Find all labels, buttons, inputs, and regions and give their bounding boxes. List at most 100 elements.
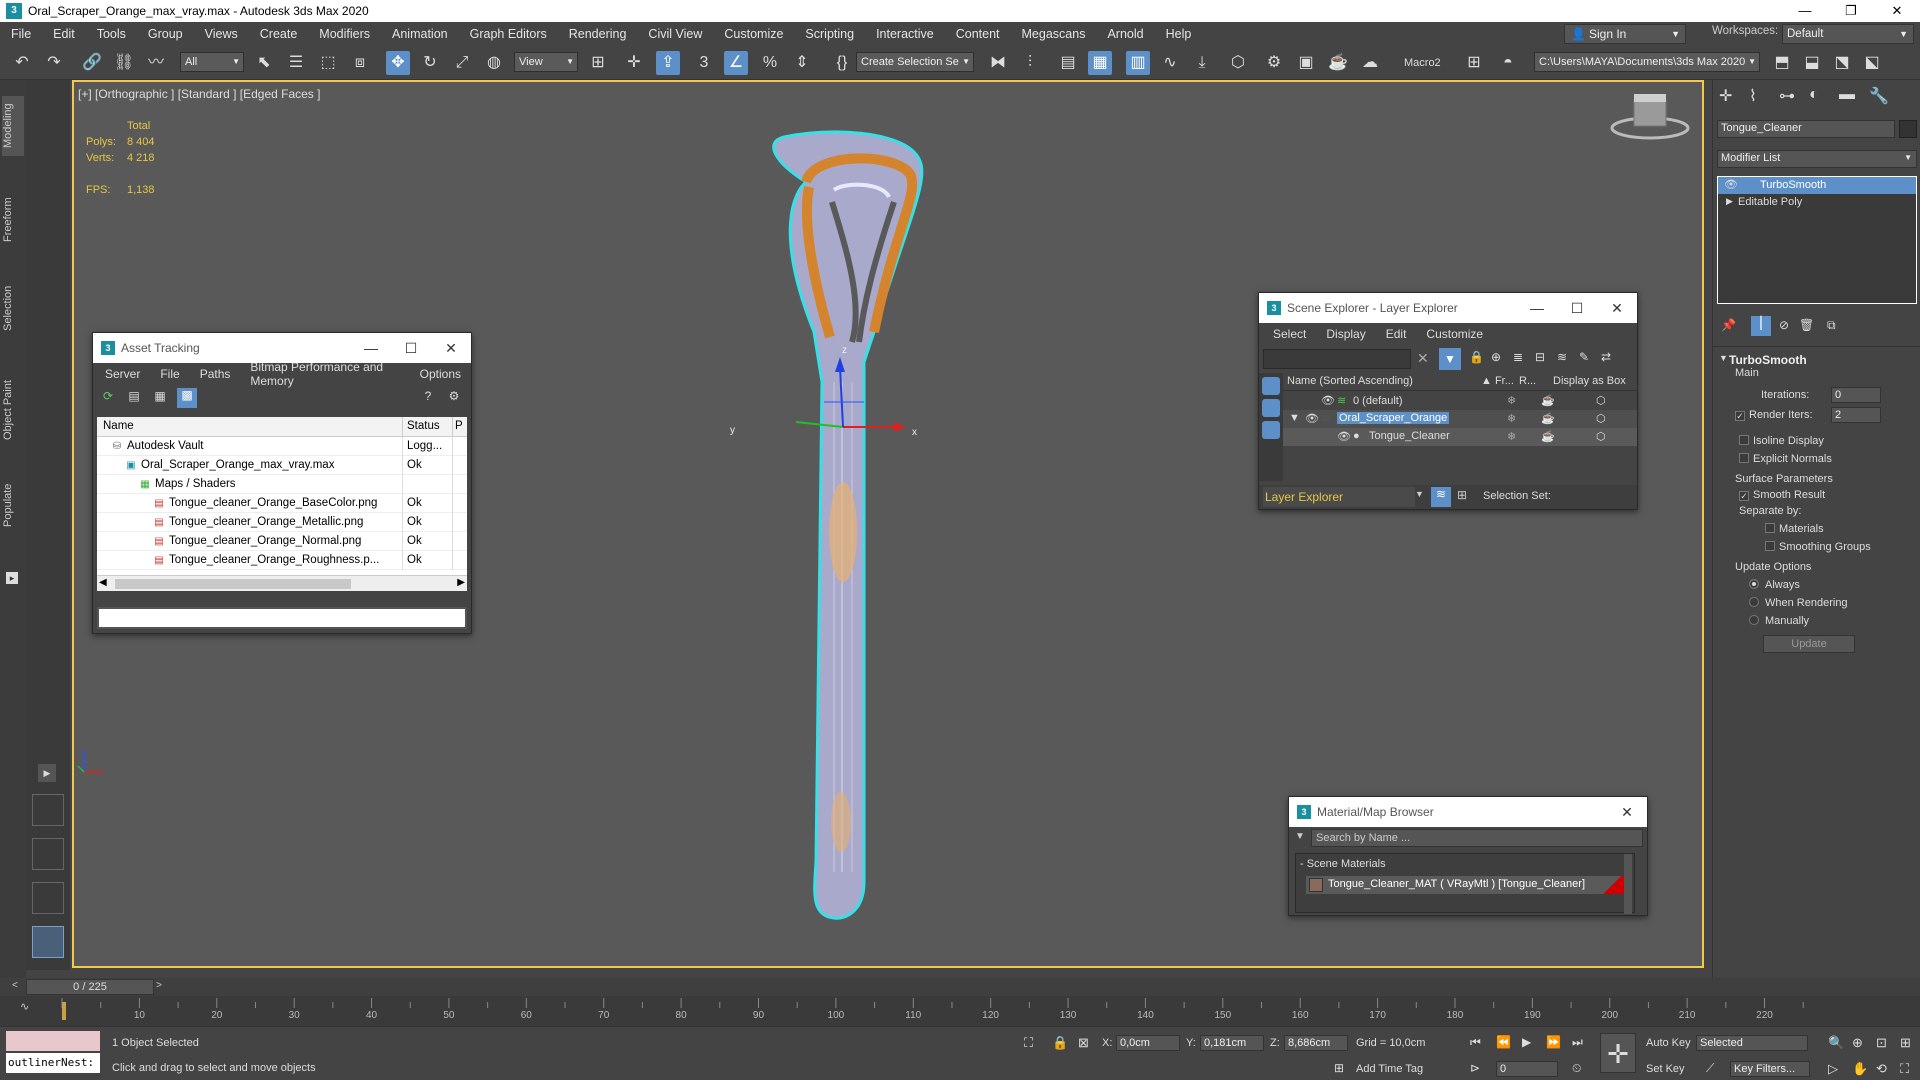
smoothing-groups-row[interactable]: Smoothing Groups xyxy=(1765,541,1871,553)
menu-server[interactable]: Server xyxy=(95,367,150,381)
eye-icon[interactable]: 👁 xyxy=(1305,412,1319,425)
x-coordinate-field[interactable]: 0,0cm xyxy=(1116,1035,1180,1051)
play-icon[interactable]: ▶ xyxy=(1522,1035,1531,1049)
isolate-selection-icon[interactable]: ⛶ xyxy=(1024,1035,1033,1051)
select-place-icon[interactable]: ◍ xyxy=(482,51,506,75)
browser-options-icon[interactable]: ▼ xyxy=(1295,831,1305,842)
redo-icon[interactable]: ↷ xyxy=(42,51,66,75)
scene-materials-group[interactable]: - Scene Materials xyxy=(1300,858,1386,870)
expand-icon[interactable]: ▶ xyxy=(1726,196,1733,207)
layout-single-icon[interactable] xyxy=(32,926,64,958)
default-in-out-tangent-icon[interactable]: ⟋ xyxy=(1706,1061,1714,1076)
column-header-name[interactable]: Name (Sorted Ascending) xyxy=(1283,373,1479,390)
go-to-start-icon[interactable]: ⏮ xyxy=(1470,1035,1481,1050)
render-in-cloud-icon[interactable]: ☁ xyxy=(1358,51,1382,75)
mini-curve-editor-icon[interactable]: ∿ xyxy=(20,1000,29,1013)
menu-tools[interactable]: Tools xyxy=(86,27,137,41)
bind-space-warp-icon[interactable]: 〰 xyxy=(144,51,168,75)
scroll-right-icon[interactable]: ▶ xyxy=(457,577,465,588)
expand-layout-icon[interactable]: ▶ xyxy=(38,764,56,782)
menu-edit[interactable]: Edit xyxy=(1376,327,1417,341)
rollout-title[interactable]: TurboSmooth xyxy=(1729,353,1807,367)
layer-explorer-icon[interactable]: ▦ xyxy=(1088,51,1112,75)
settings-icon[interactable]: ⚙ xyxy=(445,389,463,407)
script-listener-input[interactable]: outlinerNest: xyxy=(6,1053,100,1073)
render-iters-row[interactable]: ✓ Render Iters: xyxy=(1735,409,1813,421)
open-project-icon[interactable]: ⬒ xyxy=(1770,51,1794,75)
current-frame-field[interactable]: 0 xyxy=(1496,1061,1558,1077)
close-button[interactable]: ✕ xyxy=(1874,0,1920,22)
maximize-button[interactable]: ☐ xyxy=(391,333,431,363)
hierarchy-tab-icon[interactable]: ⊶ xyxy=(1779,86,1795,106)
display-objects-icon[interactable] xyxy=(1262,377,1280,395)
rendered-frame-window-icon[interactable]: ▣ xyxy=(1294,51,1318,75)
window-crossing-icon[interactable]: ⧈ xyxy=(348,51,372,75)
set-keys-icon[interactable]: ✛ xyxy=(1600,1033,1636,1073)
refresh-icon[interactable]: ⟳ xyxy=(99,389,117,407)
project-settings-icon[interactable]: ⬔ xyxy=(1830,51,1854,75)
explicit-normals-checkbox[interactable] xyxy=(1739,453,1749,463)
menu-animation[interactable]: Animation xyxy=(381,27,459,41)
material-search-input[interactable]: Search by Name ... xyxy=(1311,829,1643,847)
selection-set-mode-icon[interactable]: ⊞ xyxy=(1457,488,1467,502)
material-item[interactable]: Tongue_Cleaner_MAT ( VRayMtl ) [Tongue_C… xyxy=(1306,876,1632,894)
stack-item-editable-poly[interactable]: ▶ Editable Poly xyxy=(1718,194,1916,211)
help-icon[interactable]: ? xyxy=(419,389,437,407)
asset-row[interactable]: ▤ Tongue_cleaner_Orange_Roughness.p... Ok xyxy=(97,550,467,570)
zoom-all-icon[interactable]: ⊕ xyxy=(1852,1035,1863,1051)
create-tab-icon[interactable]: ✛ xyxy=(1719,86,1732,106)
menu-paths[interactable]: Paths xyxy=(190,367,241,381)
always-row[interactable]: Always xyxy=(1749,579,1800,591)
tab-object-paint[interactable]: Object Paint xyxy=(2,370,24,450)
menu-display[interactable]: Display xyxy=(1316,327,1375,341)
project-menu-icon[interactable]: ⬕ xyxy=(1860,51,1884,75)
field-of-view-icon[interactable]: ▷ xyxy=(1828,1061,1838,1077)
time-slider[interactable]: < 0 / 225 > xyxy=(0,978,1920,996)
remove-modifier-icon[interactable]: 🗑 xyxy=(1799,318,1814,332)
select-scale-icon[interactable]: ⤢ xyxy=(450,51,474,75)
rectangular-selection-icon[interactable]: ⬚ xyxy=(316,51,340,75)
select-object-icon[interactable]: ⬉ xyxy=(252,51,276,75)
time-prev-icon[interactable]: < xyxy=(12,980,18,991)
display-lights-icon[interactable] xyxy=(1262,421,1280,439)
filter-icon[interactable]: ▼ xyxy=(1439,348,1461,370)
snaps-toggle-icon[interactable]: 3 xyxy=(692,51,716,75)
maximize-button[interactable]: ☐ xyxy=(1557,293,1597,323)
menu-group[interactable]: Group xyxy=(137,27,194,41)
menu-customize[interactable]: Customize xyxy=(1416,327,1493,341)
object-row[interactable]: 👁 ● Tongue_Cleaner ❄ ☕ ⬡ xyxy=(1283,428,1637,446)
materials-checkbox[interactable] xyxy=(1765,523,1775,533)
menu-edit[interactable]: Edit xyxy=(42,27,86,41)
rollout-collapse-icon[interactable]: ▼ xyxy=(1719,353,1728,363)
ribbon-toggle-icon[interactable]: ▸ xyxy=(6,572,18,584)
link-icon[interactable]: 🔗 xyxy=(80,51,104,75)
previous-frame-icon[interactable]: ⏪ xyxy=(1496,1035,1511,1049)
menu-arnold[interactable]: Arnold xyxy=(1096,27,1154,41)
new-layer-icon[interactable]: ⊟ xyxy=(1535,350,1545,364)
asset-path-field[interactable] xyxy=(97,607,467,629)
column-header-renderable[interactable]: R... xyxy=(1517,373,1551,390)
maximize-viewport-icon[interactable]: ⛶ xyxy=(1900,1061,1909,1077)
render-production-icon[interactable]: ☕ xyxy=(1326,51,1350,75)
menu-options[interactable]: Options xyxy=(410,367,471,381)
add-time-tag-button[interactable]: Add Time Tag xyxy=(1356,1063,1423,1075)
unlink-icon[interactable]: ⛓ xyxy=(112,51,136,75)
minimize-button[interactable]: — xyxy=(1517,293,1557,323)
layout-quad-icon[interactable] xyxy=(32,794,64,826)
menu-megascans[interactable]: Megascans xyxy=(1011,27,1097,41)
menu-modifiers[interactable]: Modifiers xyxy=(308,27,381,41)
percent-snap-icon[interactable]: % xyxy=(758,51,782,75)
environment-icon[interactable]: ◓ xyxy=(1496,51,1520,75)
close-button[interactable]: ✕ xyxy=(1597,293,1637,323)
key-mode-icon[interactable]: ⊳ xyxy=(1470,1061,1480,1075)
smooth-result-row[interactable]: ✓ Smooth Result xyxy=(1739,489,1825,501)
display-tab-icon[interactable]: ▬ xyxy=(1839,86,1855,104)
tab-selection[interactable]: Selection xyxy=(2,278,24,338)
zoom-icon[interactable]: 🔍 xyxy=(1828,1035,1844,1051)
asset-row[interactable]: ▤ Tongue_cleaner_Orange_Metallic.png Ok xyxy=(97,512,467,532)
align-icon[interactable]: ⫶ xyxy=(1018,51,1042,75)
chevron-down-icon[interactable]: ▼ xyxy=(1415,489,1424,499)
z-coordinate-field[interactable]: 8,686cm xyxy=(1284,1035,1348,1051)
time-slider-thumb[interactable]: 0 / 225 xyxy=(26,979,154,995)
display-geometry-icon[interactable] xyxy=(1262,399,1280,417)
